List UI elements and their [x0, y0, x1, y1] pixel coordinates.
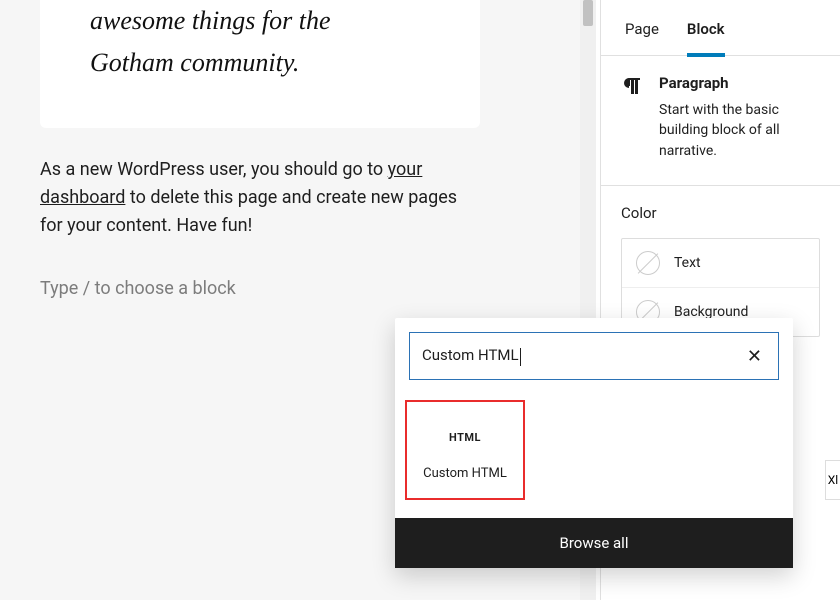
- block-description: Paragraph Start with the basic building …: [601, 56, 840, 186]
- results-area: HTML Custom HTML: [395, 394, 793, 518]
- color-heading: Color: [621, 204, 820, 222]
- result-custom-html[interactable]: HTML Custom HTML: [405, 400, 525, 500]
- para-text-before: As a new WordPress user, you should go t…: [40, 159, 388, 180]
- search-wrap: Custom HTML ✕: [395, 318, 793, 394]
- paragraph-icon: [621, 74, 645, 98]
- browse-all-button[interactable]: Browse all: [395, 518, 793, 568]
- tab-page[interactable]: Page: [625, 6, 659, 53]
- block-title: Paragraph: [659, 74, 820, 92]
- sidebar-tabs: Page Block: [601, 0, 840, 56]
- color-row-text[interactable]: Text: [622, 239, 819, 288]
- hero-line-2: Gotham community.: [90, 48, 299, 77]
- hero-line-1: awesome things for the: [90, 6, 331, 35]
- swatch-empty-icon: [636, 251, 660, 275]
- tab-block[interactable]: Block: [687, 6, 725, 57]
- result-label: Custom HTML: [423, 466, 507, 481]
- scrollbar-thumb[interactable]: [583, 0, 593, 26]
- color-label-text: Text: [674, 255, 701, 271]
- block-subtitle: Start with the basic building block of a…: [659, 100, 820, 161]
- block-description-text: Paragraph Start with the basic building …: [659, 74, 820, 161]
- body-paragraph[interactable]: As a new WordPress user, you should go t…: [40, 156, 480, 240]
- search-input-value: Custom HTML: [422, 346, 519, 364]
- block-placeholder[interactable]: Type / to choose a block: [40, 278, 236, 299]
- clear-search-icon[interactable]: ✕: [743, 342, 766, 371]
- text-cursor: [520, 348, 521, 366]
- html-icon: HTML: [449, 431, 481, 444]
- content-card: awesome things for the Gotham community.: [40, 0, 480, 128]
- side-extra-tab[interactable]: Xl: [825, 460, 840, 500]
- search-input[interactable]: Custom HTML: [422, 346, 743, 365]
- block-inserter-popup: Custom HTML ✕ HTML Custom HTML Browse al…: [395, 318, 793, 568]
- hero-paragraph[interactable]: awesome things for the Gotham community.: [90, 0, 430, 83]
- search-box[interactable]: Custom HTML ✕: [409, 332, 779, 380]
